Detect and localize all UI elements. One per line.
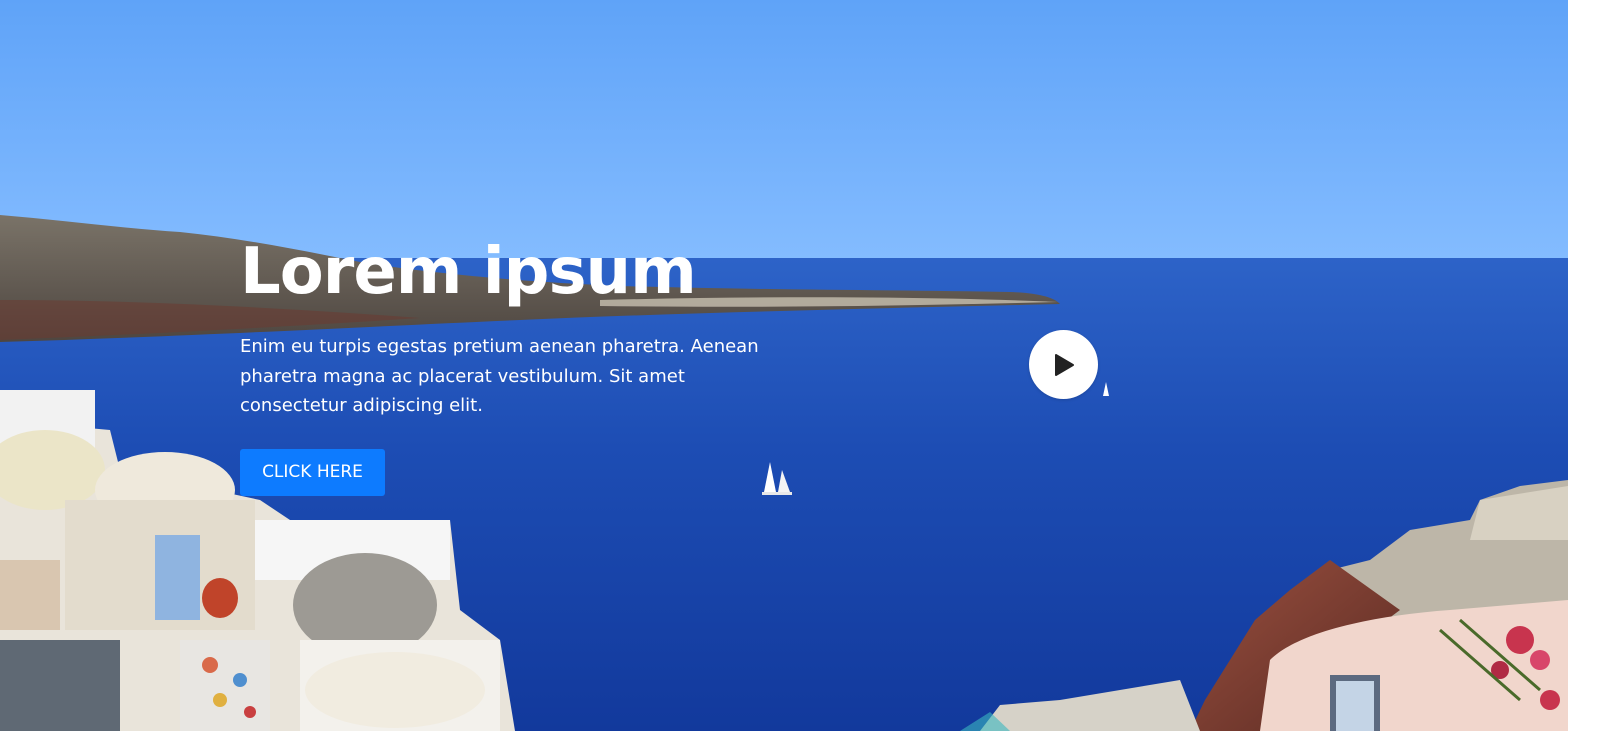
hero-description: Enim eu turpis egestas pretium aenean ph… xyxy=(240,336,759,416)
hero-title: Lorem ipsum xyxy=(240,235,697,309)
hero-background-image xyxy=(0,0,1568,731)
play-icon xyxy=(1054,353,1074,376)
hero-content: Lorem ipsum Enim eu turpis egestas preti… xyxy=(240,232,780,421)
click-here-button[interactable]: CLICK HERE xyxy=(240,449,385,496)
hero-section: Lorem ipsum Enim eu turpis egestas preti… xyxy=(0,0,1568,731)
play-video-button[interactable] xyxy=(1029,330,1098,399)
